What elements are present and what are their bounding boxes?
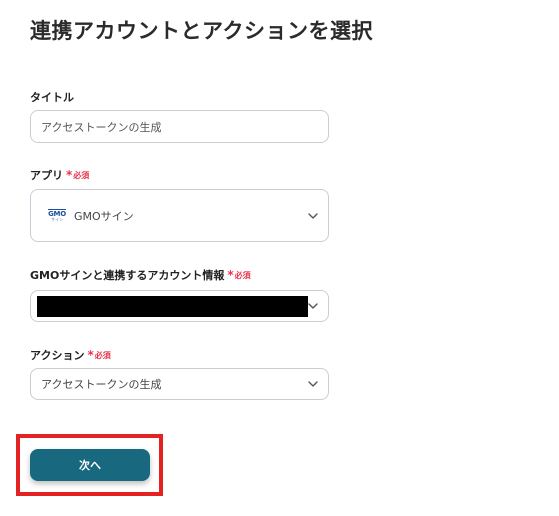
redacted-account-value <box>37 296 308 317</box>
page-title: 連携アカウントとアクションを選択 <box>30 19 373 43</box>
app-select-value: GMOサイン <box>74 209 134 223</box>
action-field-label: アクション * 必須 <box>30 347 111 363</box>
app-field-label: アプリ * 必須 <box>30 167 89 183</box>
action-select-value: アクセストークンの生成 <box>41 378 162 391</box>
title-field-label: タイトル <box>30 89 74 105</box>
required-text: 必須 <box>73 170 90 180</box>
required-asterisk: * <box>66 168 73 182</box>
required-badge: * 必須 <box>66 169 89 181</box>
action-field-label-text: アクション <box>30 349 85 362</box>
required-badge: * 必須 <box>87 349 110 361</box>
gmo-sign-logo-icon: GMO サイン <box>47 207 67 224</box>
title-field-label-text: タイトル <box>30 91 74 104</box>
account-select[interactable] <box>30 290 329 322</box>
action-select[interactable]: アクセストークンの生成 <box>30 368 329 400</box>
chevron-down-icon <box>308 379 318 389</box>
title-input[interactable] <box>30 110 329 143</box>
gmo-logo-sub: サイン <box>51 217 63 223</box>
app-field-label-text: アプリ <box>30 169 63 182</box>
required-text: 必須 <box>94 350 111 360</box>
account-field-label-text: GMOサインと連携するアカウント情報 <box>30 269 225 282</box>
next-button[interactable]: 次へ <box>30 449 150 481</box>
required-badge: * 必須 <box>227 269 250 281</box>
account-field-label: GMOサインと連携するアカウント情報 * 必須 <box>30 267 251 283</box>
required-text: 必須 <box>234 270 251 280</box>
chevron-down-icon <box>308 211 318 221</box>
required-asterisk: * <box>227 268 234 282</box>
chevron-down-icon <box>308 301 318 311</box>
app-select[interactable]: GMO サイン GMOサイン <box>30 189 329 242</box>
required-asterisk: * <box>87 348 94 362</box>
